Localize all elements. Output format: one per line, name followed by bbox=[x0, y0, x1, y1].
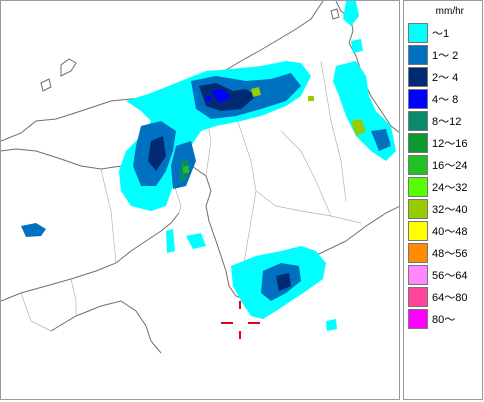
legend-swatch bbox=[408, 177, 428, 197]
legend-item: 16～24 bbox=[408, 155, 467, 175]
legend-list: ～1 1～ 2 2～ 4 4～ 8 8～12 12～16 16～24 24～32… bbox=[408, 23, 467, 331]
legend-swatch bbox=[408, 309, 428, 329]
legend-swatch bbox=[408, 287, 428, 307]
legend-item: 64～80 bbox=[408, 287, 467, 307]
legend-item: 12～16 bbox=[408, 133, 467, 153]
legend-label: 12～16 bbox=[432, 138, 468, 150]
legend-label: 40～48 bbox=[432, 226, 468, 238]
legend-swatch bbox=[408, 155, 428, 175]
legend-swatch bbox=[408, 67, 428, 87]
legend-item: 24～32 bbox=[408, 177, 467, 197]
legend-swatch bbox=[408, 221, 428, 241]
legend-unit-label: mm/hr bbox=[435, 6, 464, 17]
legend-swatch bbox=[408, 45, 428, 65]
legend-label: 64～80 bbox=[432, 292, 468, 304]
legend-label: 48～56 bbox=[432, 248, 468, 260]
legend-label: 80～ bbox=[432, 314, 456, 326]
legend-item: 1～ 2 bbox=[408, 45, 467, 65]
legend-label: 2～ 4 bbox=[432, 72, 459, 84]
legend-item: 32～40 bbox=[408, 199, 467, 219]
legend-label: 8～12 bbox=[432, 116, 462, 128]
legend-item: 56～64 bbox=[408, 265, 467, 285]
legend-label: 32～40 bbox=[432, 204, 468, 216]
legend-item: 8～12 bbox=[408, 111, 467, 131]
rain-echo-layer bbox=[21, 1, 396, 331]
radar-map-canvas bbox=[1, 1, 399, 354]
legend-label: 16～24 bbox=[432, 160, 468, 172]
legend-swatch bbox=[408, 243, 428, 263]
legend-item: 4～ 8 bbox=[408, 89, 467, 109]
legend-item: 2～ 4 bbox=[408, 67, 467, 87]
legend-label: 4～ 8 bbox=[432, 94, 459, 106]
legend-label: ～1 bbox=[432, 28, 450, 40]
legend-item: 48～56 bbox=[408, 243, 467, 263]
legend-item: ～1 bbox=[408, 23, 467, 43]
legend-item: 40～48 bbox=[408, 221, 467, 241]
legend-swatch bbox=[408, 111, 428, 131]
legend-swatch bbox=[408, 133, 428, 153]
legend-swatch bbox=[408, 23, 428, 43]
legend-label: 56～64 bbox=[432, 270, 468, 282]
legend-label: 1～ 2 bbox=[432, 50, 459, 62]
legend-label: 24～32 bbox=[432, 182, 468, 194]
legend-swatch bbox=[408, 199, 428, 219]
legend-swatch bbox=[408, 265, 428, 285]
legend-item: 80～ bbox=[408, 309, 467, 329]
coastline-layer bbox=[1, 1, 399, 354]
legend-swatch bbox=[408, 89, 428, 109]
radar-map bbox=[0, 0, 400, 400]
precipitation-legend: mm/hr ～1 1～ 2 2～ 4 4～ 8 8～12 12～16 16～24 bbox=[403, 0, 483, 400]
